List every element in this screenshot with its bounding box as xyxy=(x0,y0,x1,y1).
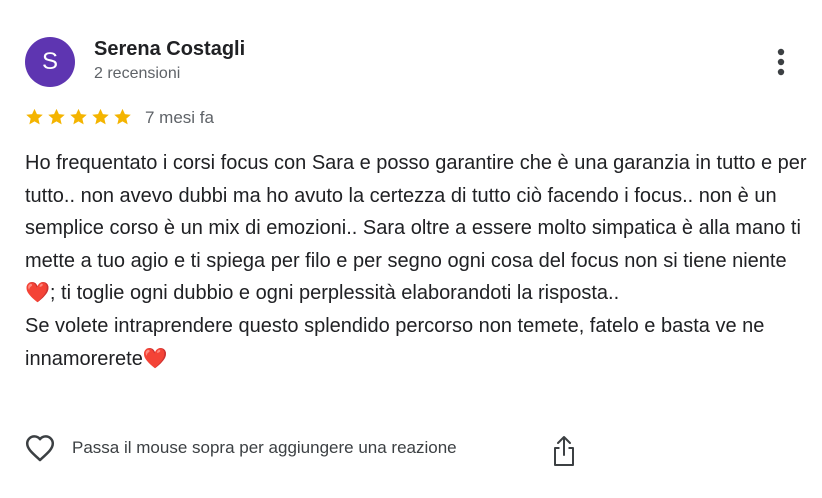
more-vertical-icon xyxy=(777,48,785,76)
share-button[interactable] xyxy=(549,432,579,470)
star-icon xyxy=(70,108,87,125)
author-review-count[interactable]: 2 recensioni xyxy=(94,65,180,83)
star-icon xyxy=(48,108,65,125)
avatar[interactable]: S xyxy=(25,37,75,87)
share-icon xyxy=(554,436,574,466)
star-rating xyxy=(24,107,133,127)
star-icon xyxy=(26,108,43,125)
review-text: Ho frequentato i corsi focus con Sara e … xyxy=(25,152,807,370)
more-options-button[interactable] xyxy=(764,44,798,80)
star-icon xyxy=(92,108,109,125)
reaction-label: Passa il mouse sopra per aggiungere una … xyxy=(72,437,457,457)
heart-outline-icon xyxy=(25,435,55,462)
avatar-initial: S xyxy=(41,48,58,75)
review-date: 7 mesi fa xyxy=(145,108,214,127)
author-name[interactable]: Serena Costagli xyxy=(94,38,245,61)
add-reaction-button[interactable]: Passa il mouse sopra per aggiungere una … xyxy=(24,433,457,462)
star-icon xyxy=(114,108,131,125)
